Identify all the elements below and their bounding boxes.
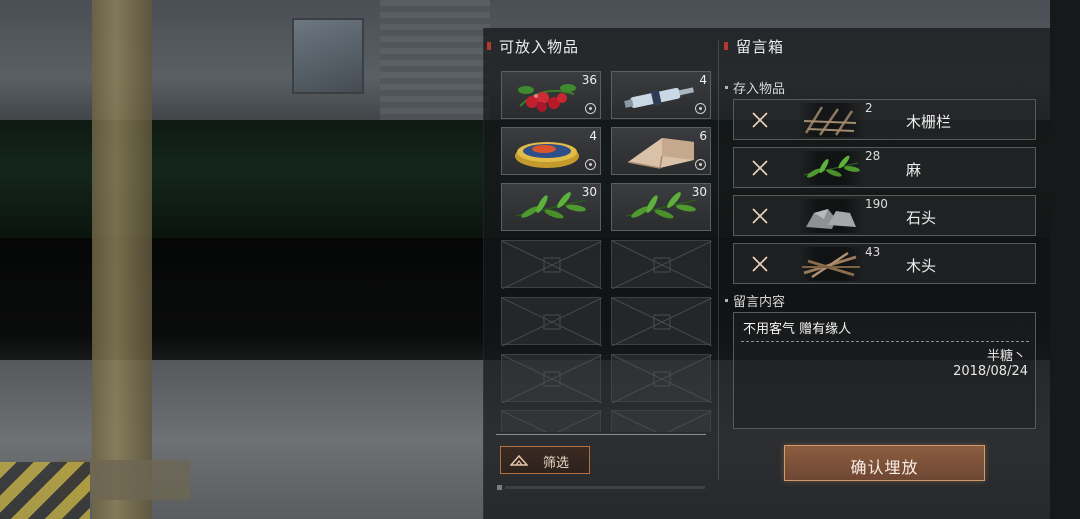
scroll-indicator [497, 485, 502, 490]
remove-icon[interactable] [751, 111, 769, 129]
item-info-icon [695, 159, 706, 170]
wood-icon [802, 251, 860, 279]
empty-slot-pattern [612, 241, 712, 289]
cloth-icon [627, 138, 694, 169]
item-name: 麻 [906, 161, 922, 179]
stored-item-row[interactable]: 2 木栅栏 [733, 99, 1036, 140]
empty-slot[interactable] [611, 354, 712, 403]
syringe-icon [624, 87, 694, 108]
item-count: 2 [865, 101, 873, 115]
item-count: 4 [699, 73, 707, 87]
message-text: 不用客气 赠有缘人 [743, 322, 852, 337]
empty-slot-pattern [612, 355, 712, 403]
item-count: 6 [699, 129, 707, 143]
item-thumbnail [798, 103, 864, 137]
hemp-icon [515, 192, 587, 219]
empty-slot-pattern [502, 355, 602, 403]
hemp-icon [803, 155, 860, 178]
item-info-icon [585, 159, 596, 170]
label-marker [725, 299, 728, 302]
item-info-icon [585, 103, 596, 114]
confirm-bury-button[interactable]: 确认埋放 [784, 445, 985, 481]
hemp-icon [625, 192, 697, 219]
inventory-slot[interactable]: 30 [501, 183, 601, 231]
empty-slot[interactable] [501, 297, 602, 346]
remove-icon[interactable] [751, 255, 769, 273]
item-count: 4 [589, 129, 597, 143]
message-box-title: 留言箱 [724, 36, 784, 57]
scroll-track[interactable] [505, 486, 705, 489]
empty-slot[interactable] [501, 410, 602, 432]
inventory-slot[interactable]: 36 [501, 71, 601, 119]
stored-items-label: 存入物品 [725, 78, 785, 97]
item-thumbnail [798, 151, 864, 185]
wooden-fence-icon [803, 106, 857, 136]
item-name: 木头 [906, 257, 937, 275]
item-count: 36 [581, 73, 597, 87]
stone-icon [806, 209, 856, 229]
message-author: 半糖丶 [986, 349, 1026, 364]
inventory-grid[interactable]: 36 4 4 6 30 30 [500, 70, 712, 432]
empty-slot-pattern [612, 411, 712, 432]
message-input[interactable]: 不用客气 赠有缘人 半糖丶 2018/08/24 [733, 312, 1036, 429]
berries-icon [518, 84, 576, 112]
inventory-slot[interactable]: 4 [611, 71, 711, 119]
filter-icon [510, 454, 528, 466]
item-count: 190 [865, 197, 888, 211]
message-content-label: 留言内容 [725, 291, 785, 310]
stored-item-row[interactable]: 28 麻 [733, 147, 1036, 188]
item-thumbnail [798, 247, 864, 281]
item-name: 石头 [906, 209, 937, 227]
empty-slot[interactable] [611, 240, 712, 289]
message-separator [741, 341, 1029, 342]
empty-slot[interactable] [611, 297, 712, 346]
item-name: 木栅栏 [906, 113, 952, 131]
empty-slot[interactable] [501, 240, 602, 289]
item-count: 30 [581, 185, 597, 199]
remove-icon[interactable] [751, 159, 769, 177]
title-marker [487, 41, 491, 50]
message-date: 2018/08/24 [953, 364, 1028, 379]
stored-item-row[interactable]: 190 石头 [733, 195, 1036, 236]
label-marker [725, 86, 728, 89]
canned-food-icon [515, 142, 579, 168]
inventory-slot[interactable]: 4 [501, 127, 601, 175]
empty-slot[interactable] [501, 354, 602, 403]
panel-divider [718, 40, 719, 480]
empty-slot-pattern [612, 298, 712, 346]
empty-slot-pattern [502, 298, 602, 346]
item-thumbnail [798, 199, 864, 233]
item-count: 43 [865, 245, 881, 259]
filter-button[interactable]: 筛选 [500, 446, 590, 474]
stored-item-row[interactable]: 43 木头 [733, 243, 1036, 284]
item-info-icon [695, 103, 706, 114]
item-count: 30 [691, 185, 707, 199]
inventory-slot[interactable]: 6 [611, 127, 711, 175]
title-marker [724, 41, 728, 50]
filter-label: 筛选 [543, 456, 570, 471]
placeable-items-title: 可放入物品 [487, 36, 579, 57]
empty-slot-pattern [502, 411, 602, 432]
empty-slot-pattern [502, 241, 602, 289]
confirm-label: 确认埋放 [850, 458, 919, 477]
remove-icon[interactable] [751, 207, 769, 225]
empty-slot[interactable] [611, 410, 712, 432]
grid-divider [496, 434, 706, 435]
item-count: 28 [865, 149, 881, 163]
inventory-slot[interactable]: 30 [611, 183, 711, 231]
